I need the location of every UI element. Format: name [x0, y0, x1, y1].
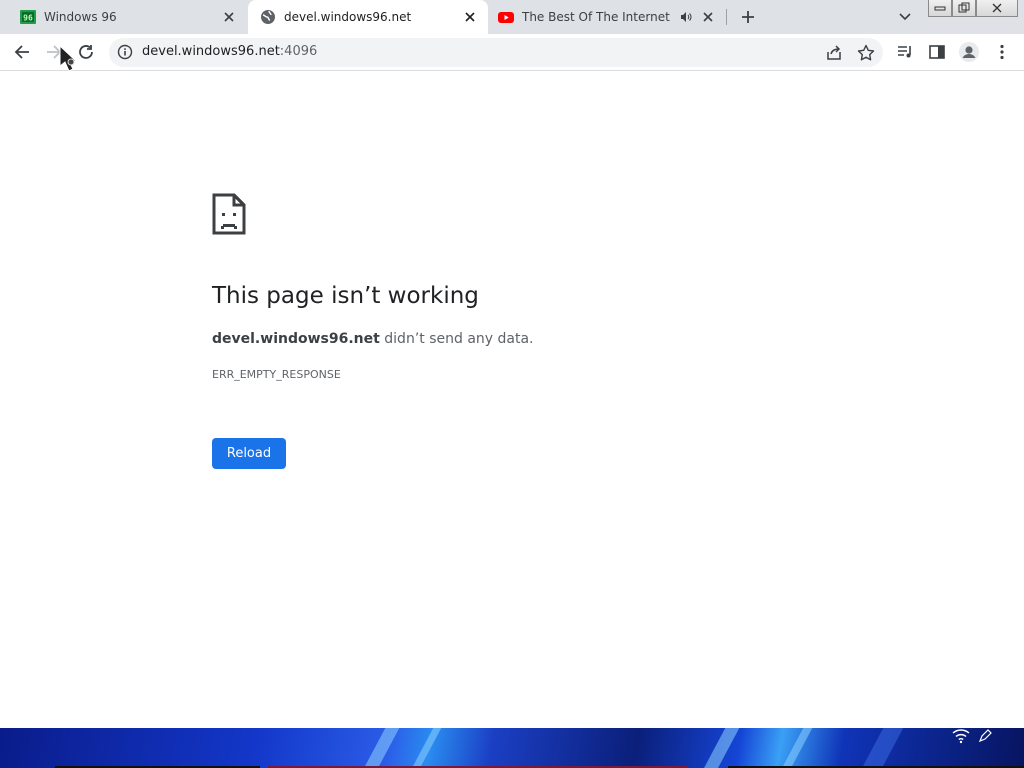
address-bar[interactable]: devel.windows96.net:4096: [109, 38, 883, 67]
wifi-icon[interactable]: [950, 728, 972, 744]
close-icon[interactable]: [221, 9, 237, 25]
desktop-taskbar: [0, 728, 1024, 768]
tab-title: The Best Of The Internet (202: [522, 10, 674, 24]
close-icon[interactable]: [462, 9, 478, 25]
wallpaper-streak: [353, 728, 405, 768]
window-close-button[interactable]: [976, 0, 1018, 17]
tab-devel-windows96[interactable]: devel.windows96.net: [248, 0, 488, 34]
error-description: devel.windows96.net didn’t send any data…: [212, 331, 534, 347]
tab-strip: 96 Windows 96 devel.windows96.net The Be…: [0, 0, 1024, 34]
side-panel-icon[interactable]: [925, 40, 949, 64]
wallpaper-streak: [401, 728, 447, 768]
browser-toolbar: devel.windows96.net:4096: [0, 34, 1024, 71]
url-text[interactable]: devel.windows96.net:4096: [142, 44, 317, 59]
error-title: This page isn’t working: [212, 283, 479, 309]
tab-search-button[interactable]: [896, 8, 914, 26]
bookmark-star-icon[interactable]: [856, 43, 876, 63]
url-host: devel.windows96.net: [142, 44, 280, 59]
maximize-button[interactable]: [952, 0, 976, 17]
svg-text:96: 96: [23, 14, 33, 23]
wallpaper-streak: [771, 728, 818, 768]
page-content: This page isn’t working devel.windows96.…: [0, 71, 1024, 728]
tab-windows96[interactable]: 96 Windows 96: [0, 0, 247, 34]
minimize-button[interactable]: [928, 0, 952, 17]
url-port: :4096: [279, 44, 318, 59]
globe-icon: [260, 9, 276, 25]
info-icon[interactable]: [117, 44, 133, 60]
wallpaper-streak: [851, 728, 909, 768]
new-tab-button[interactable]: [737, 6, 759, 28]
youtube-icon: [498, 9, 514, 25]
mouse-cursor-icon: [58, 44, 84, 76]
tab-youtube[interactable]: The Best Of The Internet (202: [489, 0, 725, 34]
tab-title: Windows 96: [44, 10, 117, 24]
windows96-favicon: 96: [20, 9, 36, 25]
wallpaper-streak: [693, 728, 745, 768]
media-controls-icon[interactable]: [893, 40, 917, 64]
speaker-icon[interactable]: [680, 10, 692, 24]
back-button[interactable]: [10, 40, 34, 64]
tab-separator: [726, 9, 727, 25]
pen-icon[interactable]: [978, 728, 992, 743]
error-host: devel.windows96.net: [212, 331, 380, 347]
profile-avatar[interactable]: [957, 40, 981, 64]
sad-page-icon: [212, 193, 246, 235]
menu-kebab-icon[interactable]: [990, 40, 1014, 64]
tab-title: devel.windows96.net: [284, 10, 412, 24]
error-code: ERR_EMPTY_RESPONSE: [212, 368, 341, 381]
error-message: didn’t send any data.: [379, 331, 534, 347]
share-icon[interactable]: [824, 43, 844, 63]
close-icon[interactable]: [700, 9, 716, 25]
reload-button[interactable]: Reload: [212, 438, 286, 469]
